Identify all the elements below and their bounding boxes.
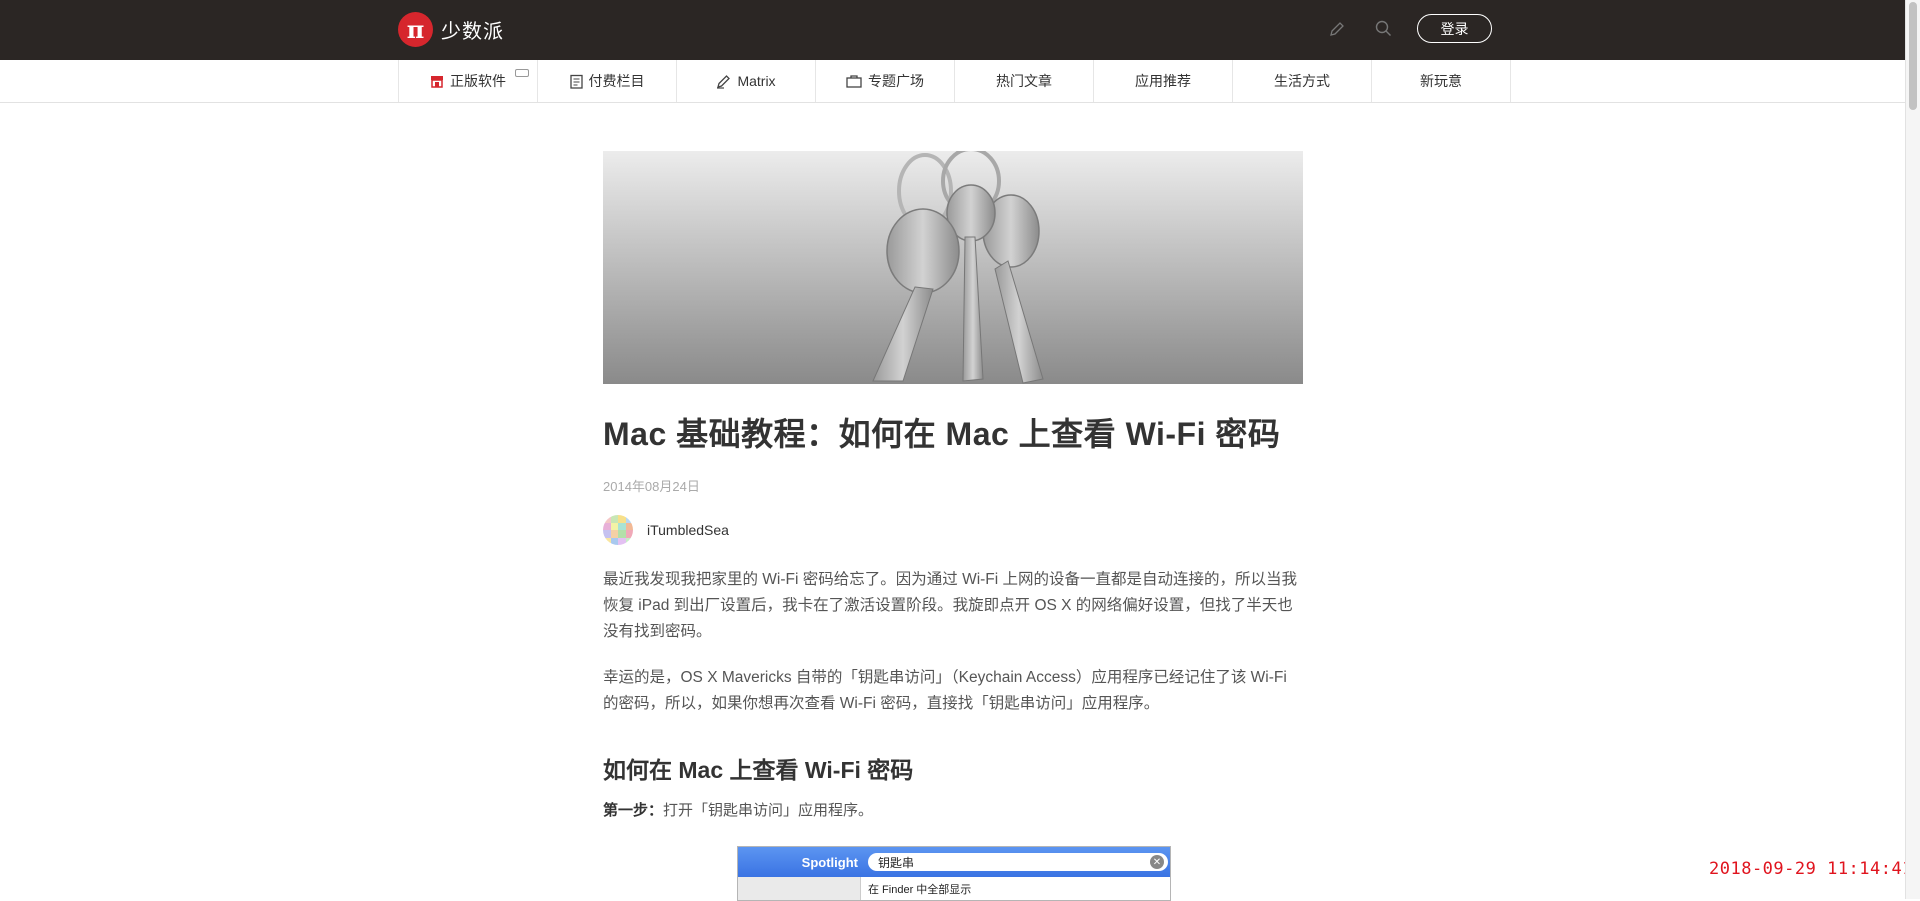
nav-item-label: 应用推荐 — [1135, 73, 1191, 89]
avatar[interactable] — [603, 515, 633, 545]
article: Mac 基础教程：如何在 Mac 上查看 Wi-Fi 密码 2014年08月24… — [603, 151, 1303, 820]
spotlight-screenshot: Spotlight 钥匙串 ✕ 在 Finder 中全部显示 — [737, 846, 1171, 901]
nav-item-lifestyle[interactable]: 生活方式 — [1233, 60, 1372, 102]
pen-icon — [716, 74, 731, 89]
article-paragraph: 最近我发现我把家里的 Wi-Fi 密码给忘了。因为通过 Wi-Fi 上网的设备一… — [603, 571, 1298, 640]
nav-item-app-recommend[interactable]: 应用推荐 — [1094, 60, 1233, 102]
nav-item-label: 专题广场 — [868, 73, 924, 89]
spotlight-result-row: 在 Finder 中全部显示 — [738, 877, 1170, 900]
nav-item-matrix[interactable]: Matrix — [677, 60, 816, 102]
pencil-icon[interactable] — [1325, 17, 1349, 41]
category-nav: 正版软件 付费栏目 Matrix 专题广场 热门文章 应用推荐 生活方式 新玩意 — [0, 60, 1905, 103]
nav-item-label: 热门文章 — [996, 73, 1052, 89]
search-icon[interactable] — [1371, 17, 1395, 41]
nav-badge — [515, 69, 529, 77]
nav-item-label: Matrix — [737, 73, 776, 89]
spotlight-query: 钥匙串 — [878, 855, 915, 870]
store-icon — [430, 74, 444, 88]
nav-item-label: 新玩意 — [1420, 73, 1462, 89]
nav-item-label: 付费栏目 — [588, 73, 645, 89]
top-bar: π 少数派 登录 — [0, 0, 1905, 60]
login-button[interactable]: 登录 — [1417, 14, 1492, 43]
section-heading: 如何在 Mac 上查看 Wi-Fi 密码 — [603, 757, 914, 783]
keys-illustration — [872, 151, 1044, 384]
spotlight-search-field: 钥匙串 ✕ — [868, 853, 1168, 871]
clear-icon: ✕ — [1150, 855, 1164, 869]
nav-item-hot-articles[interactable]: 热门文章 — [955, 60, 1094, 102]
author-name[interactable]: iTumbledSea — [647, 522, 729, 538]
screenshot-timestamp: 2018-09-29 11:14:41 — [1709, 859, 1913, 879]
article-date: 2014年08月24日 — [603, 479, 700, 494]
spotlight-result: 在 Finder 中全部显示 — [868, 883, 972, 896]
author[interactable]: iTumbledSea — [603, 515, 1303, 545]
nav-item-label: 正版软件 — [450, 73, 506, 89]
step-body: 打开「钥匙串访问」应用程序。 — [663, 802, 874, 819]
top-actions: 登录 — [1325, 14, 1492, 43]
nav-item-software[interactable]: 正版软件 — [399, 60, 538, 102]
scrollbar-thumb[interactable] — [1909, 2, 1917, 110]
spotlight-category — [738, 877, 861, 900]
bag-icon — [846, 74, 862, 88]
hero-image — [603, 151, 1303, 384]
nav-item-new-gadgets[interactable]: 新玩意 — [1372, 60, 1511, 102]
nav-item-label: 生活方式 — [1274, 73, 1330, 89]
nav-item-paid-columns[interactable]: 付费栏目 — [538, 60, 677, 102]
nav-item-topics[interactable]: 专题广场 — [816, 60, 955, 102]
logo-pi-icon: π — [398, 12, 433, 47]
site-logo[interactable]: π 少数派 — [398, 12, 504, 47]
logo-text: 少数派 — [441, 21, 504, 43]
spotlight-bar: Spotlight 钥匙串 ✕ — [738, 847, 1170, 877]
step-label: 第一步： — [603, 802, 664, 819]
step-text: 第一步：打开「钥匙串访问」应用程序。 — [603, 799, 1303, 820]
spotlight-label: Spotlight — [801, 854, 858, 870]
article-paragraph: 幸运的是，OS X Mavericks 自带的「钥匙串访问」（Keychain … — [603, 669, 1287, 712]
document-icon — [569, 74, 583, 89]
article-title: Mac 基础教程：如何在 Mac 上查看 Wi-Fi 密码 — [603, 416, 1281, 452]
page-scrollbar[interactable] — [1905, 0, 1920, 899]
